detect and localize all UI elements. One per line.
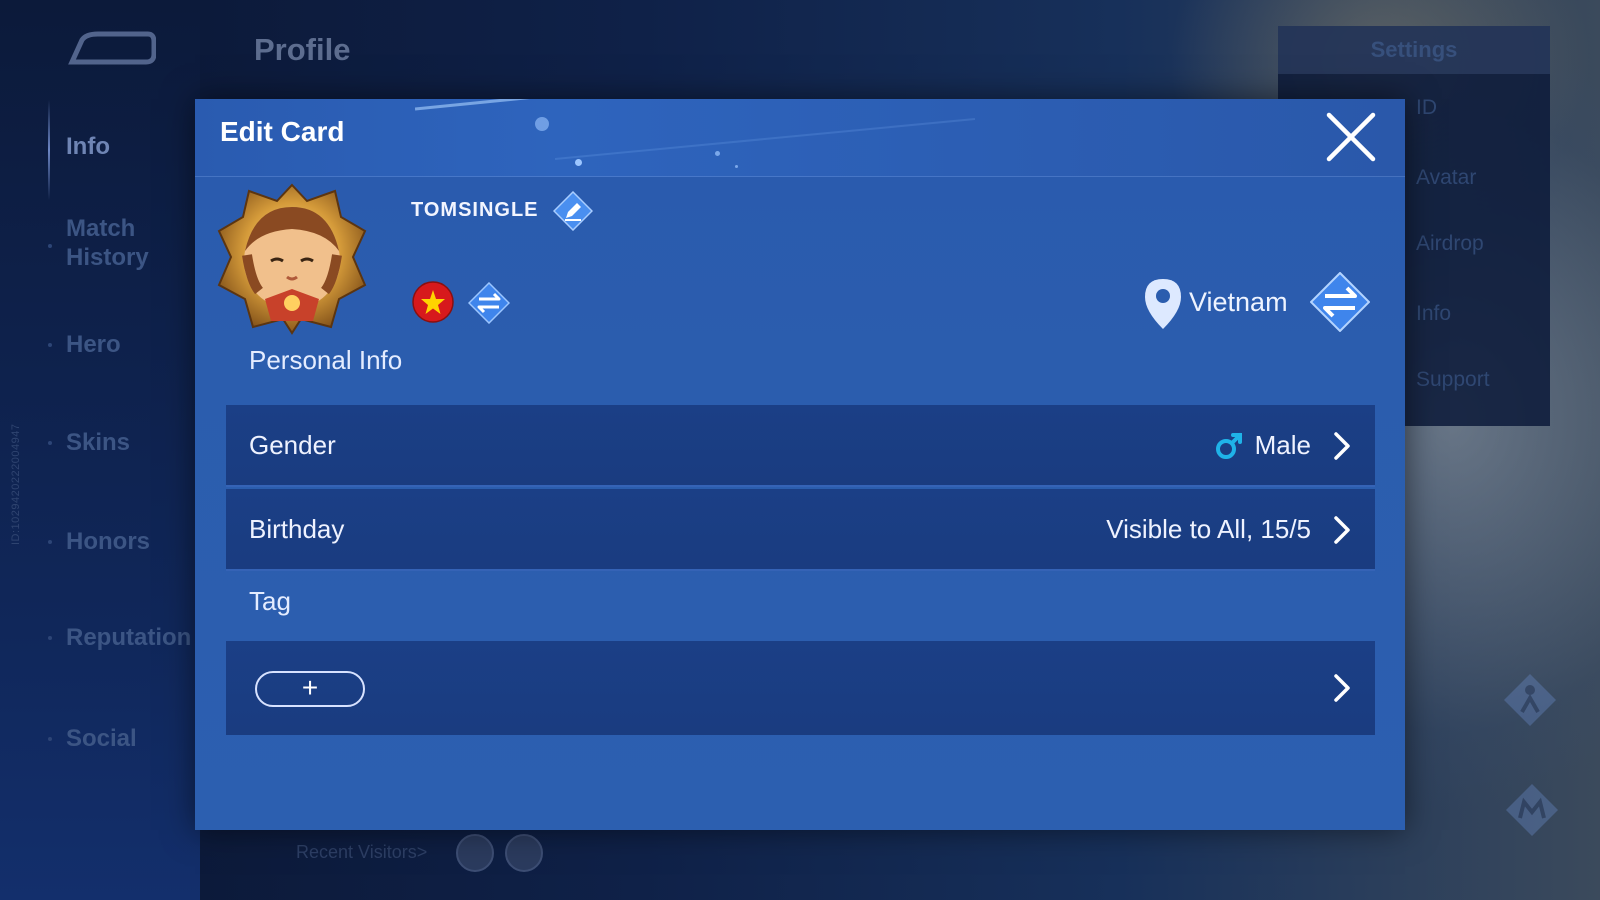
nav-dot [48, 737, 52, 741]
nav-rail [48, 100, 50, 200]
gender-label: Gender [249, 430, 336, 460]
close-icon [1326, 112, 1376, 162]
sparkle [575, 159, 582, 166]
emote-icon[interactable] [1500, 670, 1560, 730]
nav-item-honors[interactable]: Honors [66, 527, 150, 556]
settings-menu-item[interactable]: Airdrop [1416, 232, 1484, 256]
pin-graphic [1145, 279, 1181, 329]
nav-item-reputation[interactable]: Reputation [66, 623, 191, 652]
visitor-avatar[interactable] [456, 834, 494, 872]
close-button[interactable] [1325, 111, 1377, 163]
nav-item-info[interactable]: Info [66, 132, 110, 161]
sparkle [535, 117, 549, 131]
visitor-avatar[interactable] [505, 834, 543, 872]
birthday-value: Visible to All, 15/5 [1106, 514, 1311, 545]
nav-item-match-history[interactable]: Match History [66, 214, 149, 272]
flag-graphic [412, 281, 454, 323]
settings-menu-item[interactable]: Info [1416, 302, 1451, 326]
avatar[interactable] [215, 181, 369, 335]
gender-value-text: Male [1254, 430, 1311, 460]
nav-item-label: Match [66, 215, 136, 242]
avatar-portrait-icon [217, 183, 367, 335]
edit-card-dialog: Edit Card TOMSINGLE Vietnam Personal Inf… [195, 99, 1405, 830]
player-name: TOMSINGLE [411, 199, 539, 221]
male-icon [1215, 432, 1242, 459]
dialog-header [195, 99, 1405, 177]
dialog-title: Edit Card [220, 116, 345, 147]
birthday-value-text: Visible to All, 15/5 [1106, 514, 1311, 544]
swap-arrows-icon [1309, 271, 1371, 333]
settings-menu-item[interactable]: Avatar [1416, 166, 1476, 190]
chat-icon[interactable] [1502, 780, 1562, 840]
birthday-label: Birthday [249, 514, 345, 544]
vietnam-flag-icon [412, 281, 454, 323]
swap-arrows-icon [467, 281, 511, 325]
player-id-text: ID:1029420222004947 [10, 423, 22, 545]
nav-item-skins[interactable]: Skins [66, 428, 130, 457]
settings-menu-header[interactable]: Settings [1278, 26, 1550, 74]
settings-menu-item[interactable]: Support [1416, 368, 1490, 392]
back-arrow-icon [68, 31, 157, 65]
edit-name-button[interactable] [552, 190, 594, 232]
back-button[interactable] [68, 28, 157, 66]
nav-item-label: History [66, 244, 149, 271]
tag-heading: Tag [249, 586, 291, 616]
nav-item-social[interactable]: Social [66, 724, 137, 753]
recent-visitors-link[interactable]: Recent Visitors> [296, 842, 427, 863]
nav-dot [48, 244, 52, 248]
pencil-icon [552, 190, 594, 232]
nav-dot [48, 441, 52, 445]
change-location-button[interactable] [1309, 271, 1371, 333]
chevron-right-icon [1334, 674, 1350, 702]
page-title: Profile [254, 32, 351, 67]
tag-row[interactable]: + [226, 641, 1375, 735]
add-tag-button[interactable]: + [255, 671, 365, 707]
nav-dot [48, 636, 52, 640]
nav-item-hero[interactable]: Hero [66, 330, 121, 359]
sparkle [715, 151, 720, 156]
personal-info-heading: Personal Info [249, 345, 403, 375]
chevron-right-icon [1334, 516, 1350, 544]
gender-value: Male [1215, 430, 1311, 461]
nav-dot [48, 343, 52, 347]
birthday-row[interactable]: Birthday Visible to All, 15/5 [226, 489, 1375, 571]
gender-row[interactable]: Gender Male [226, 405, 1375, 487]
location-pin-icon [1143, 277, 1183, 331]
chevron-right-icon [1334, 432, 1350, 460]
nav-dot [48, 540, 52, 544]
settings-menu-item[interactable]: ID [1416, 96, 1437, 120]
header-streaks-decoration [415, 99, 976, 160]
change-flag-button[interactable] [467, 281, 511, 325]
location-label: Vietnam [1189, 287, 1288, 317]
sparkle [735, 165, 738, 168]
